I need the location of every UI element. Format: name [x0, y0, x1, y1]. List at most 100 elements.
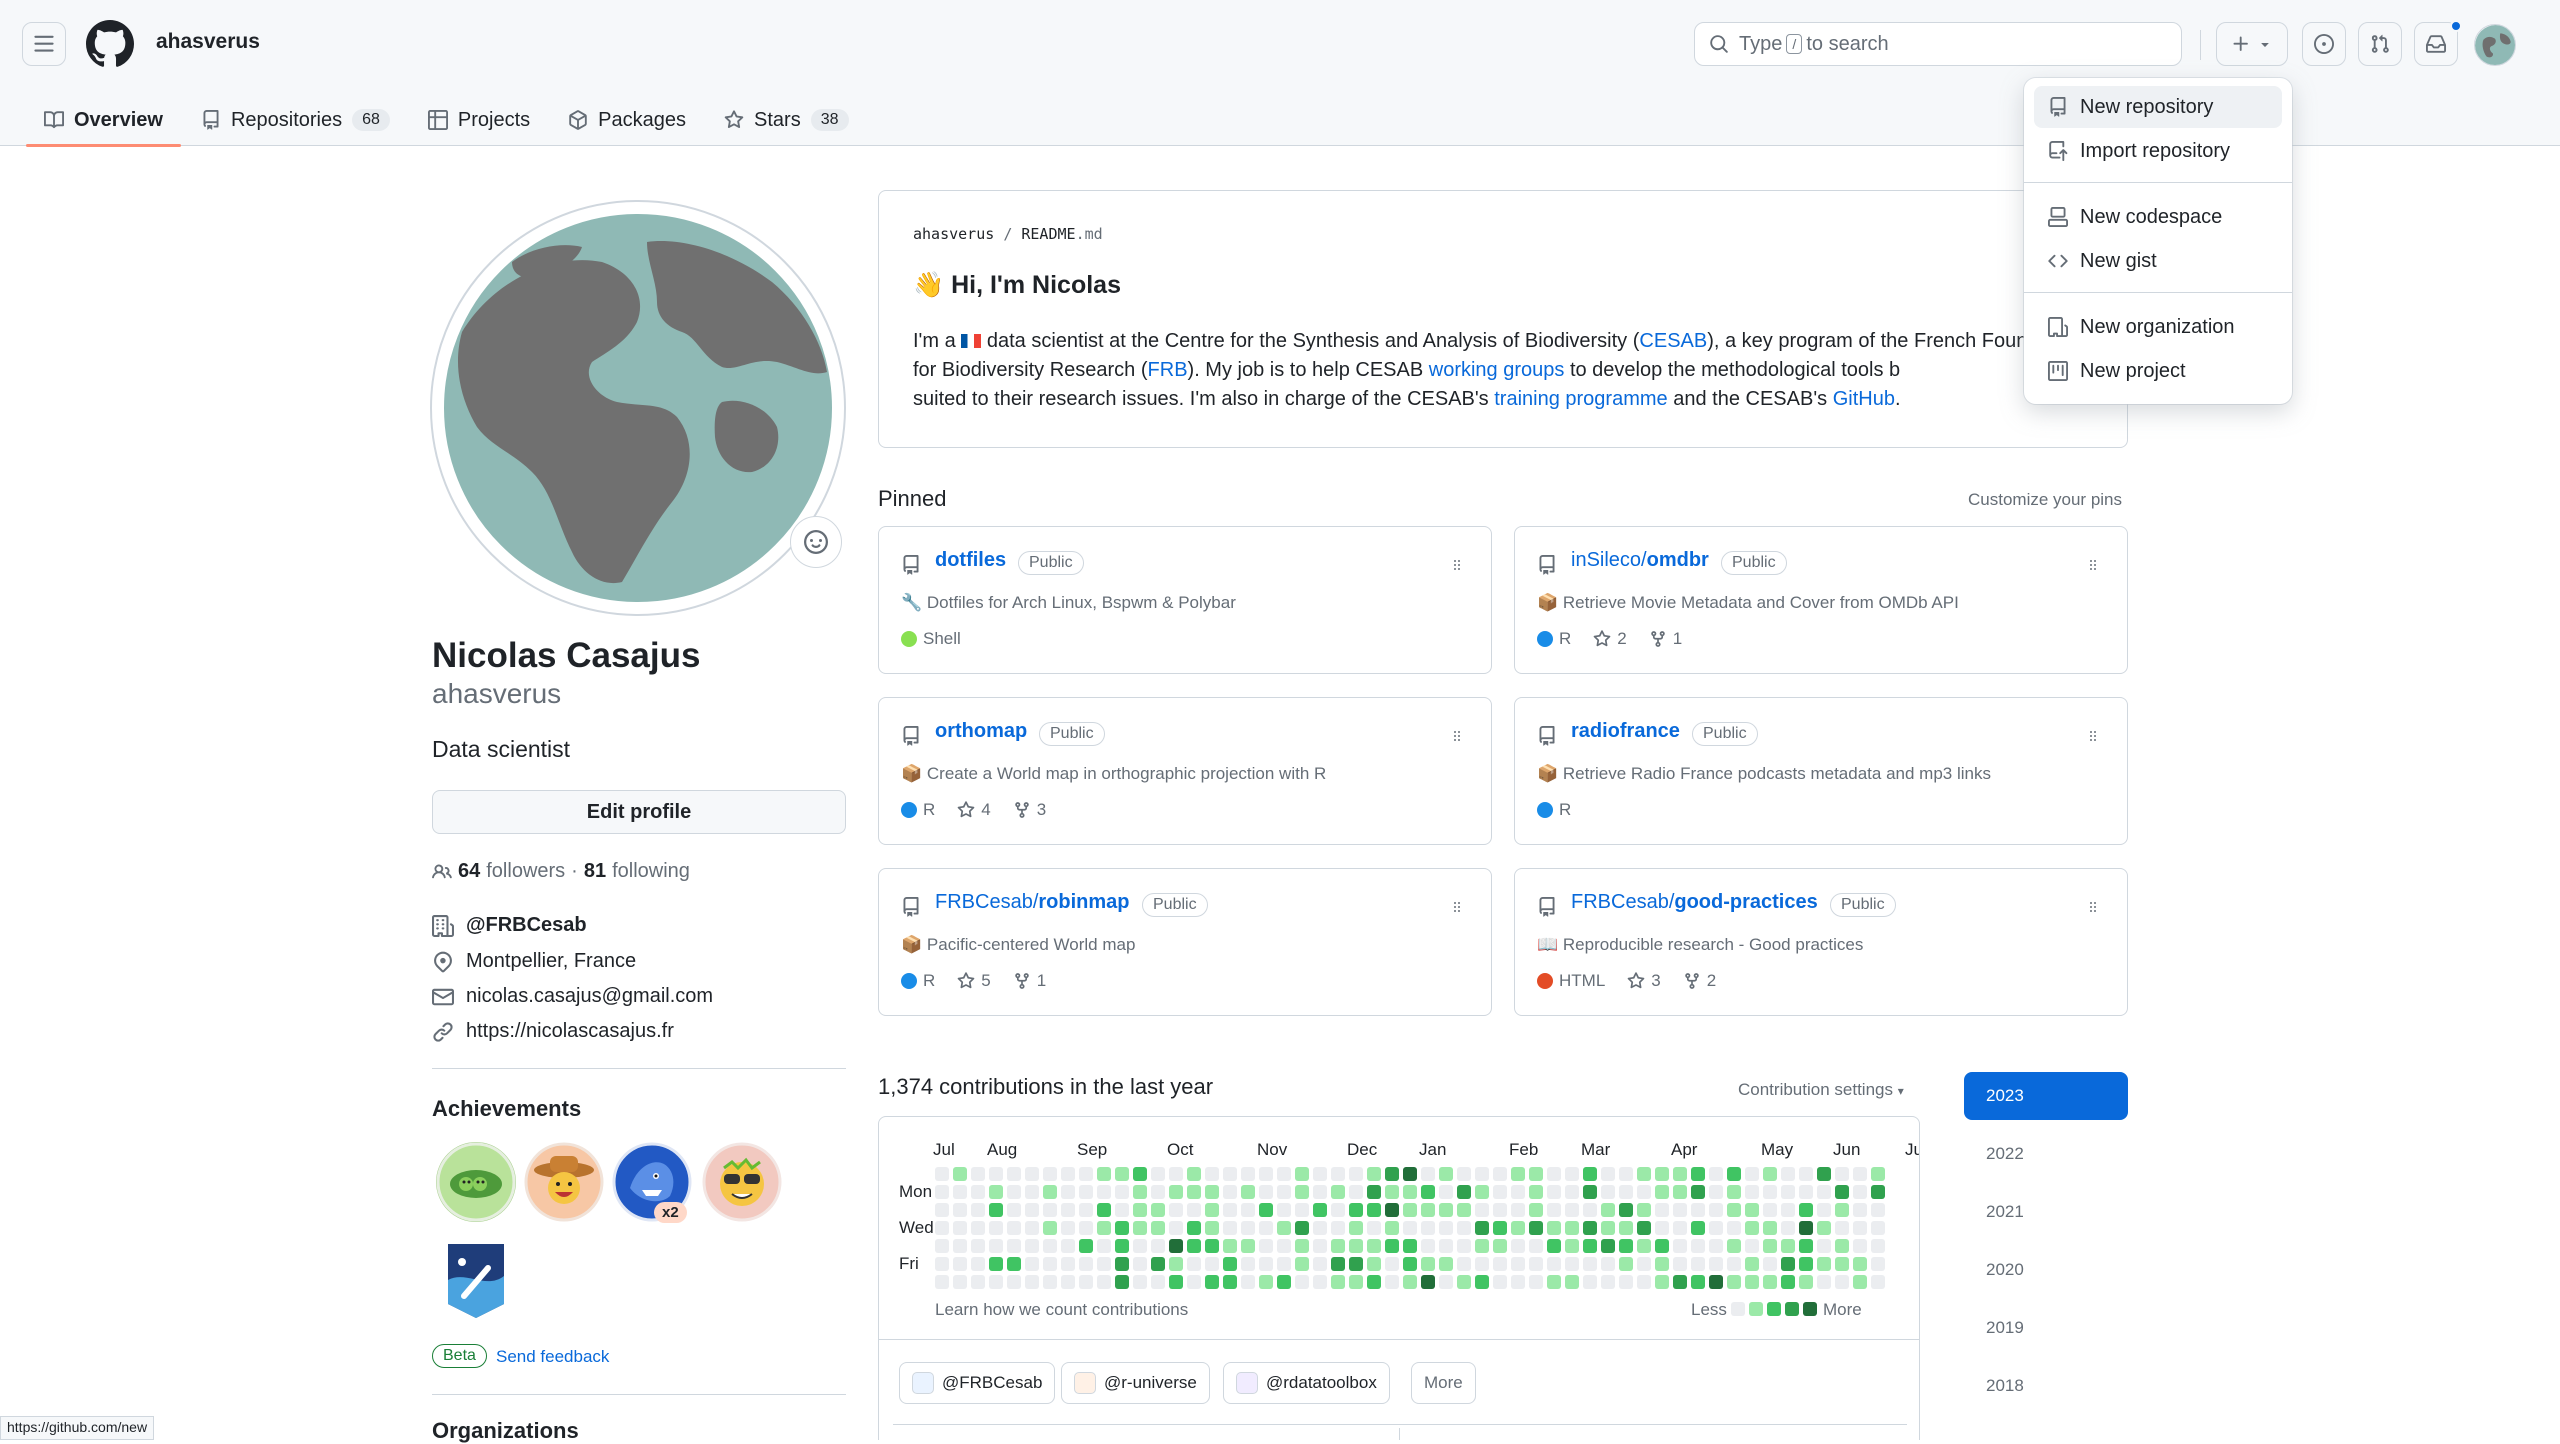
contribution-day-cell[interactable]: [1511, 1275, 1525, 1289]
grabber-icon[interactable]: [1449, 728, 1465, 744]
contribution-day-cell[interactable]: [1007, 1185, 1021, 1199]
achievement-yolo[interactable]: [702, 1142, 782, 1222]
drag-handle[interactable]: [1449, 557, 1465, 573]
contribution-day-cell[interactable]: [1223, 1257, 1237, 1271]
frb-link[interactable]: FRB: [1148, 359, 1188, 381]
contribution-day-cell[interactable]: [1241, 1239, 1255, 1253]
contribution-day-cell[interactable]: [1763, 1203, 1777, 1217]
contribution-day-cell[interactable]: [971, 1203, 985, 1217]
contribution-day-cell[interactable]: [1349, 1239, 1363, 1253]
contribution-day-cell[interactable]: [935, 1167, 949, 1181]
contribution-day-cell[interactable]: [1349, 1167, 1363, 1181]
contribution-day-cell[interactable]: [1097, 1239, 1111, 1253]
contribution-day-cell[interactable]: [1151, 1203, 1165, 1217]
contribution-day-cell[interactable]: [1817, 1167, 1831, 1181]
contribution-day-cell[interactable]: [1637, 1167, 1651, 1181]
contribution-day-cell[interactable]: [1277, 1203, 1291, 1217]
contribution-day-cell[interactable]: [1835, 1167, 1849, 1181]
contribution-day-cell[interactable]: [1817, 1221, 1831, 1235]
website-link[interactable]: https://nicolascasajus.fr: [466, 1020, 674, 1043]
contribution-day-cell[interactable]: [1133, 1221, 1147, 1235]
contribution-day-cell[interactable]: [1763, 1167, 1777, 1181]
contribution-day-cell[interactable]: [1601, 1167, 1615, 1181]
year-link-2023[interactable]: 2023: [1964, 1072, 2128, 1120]
org-filter-button[interactable]: @rdatatoolbox: [1223, 1362, 1390, 1404]
contribution-day-cell[interactable]: [1259, 1275, 1273, 1289]
stars-link[interactable]: 2: [1593, 629, 1627, 649]
contribution-day-cell[interactable]: [1691, 1221, 1705, 1235]
drag-handle[interactable]: [2085, 557, 2101, 573]
training-programme-link[interactable]: training programme: [1494, 388, 1667, 410]
contribution-day-cell[interactable]: [1727, 1221, 1741, 1235]
contribution-day-cell[interactable]: [1295, 1185, 1309, 1199]
contribution-day-cell[interactable]: [1115, 1221, 1129, 1235]
tab-overview[interactable]: Overview: [26, 94, 181, 147]
contribution-day-cell[interactable]: [1151, 1221, 1165, 1235]
contribution-day-cell[interactable]: [989, 1221, 1003, 1235]
contribution-day-cell[interactable]: [1295, 1275, 1309, 1289]
contribution-day-cell[interactable]: [1403, 1221, 1417, 1235]
repo-link[interactable]: radiofrance: [1571, 720, 1680, 743]
contribution-day-cell[interactable]: [1331, 1167, 1345, 1181]
contribution-day-cell[interactable]: [1241, 1167, 1255, 1181]
contribution-day-cell[interactable]: [953, 1185, 967, 1199]
contribution-day-cell[interactable]: [1565, 1167, 1579, 1181]
contribution-day-cell[interactable]: [1097, 1167, 1111, 1181]
contribution-day-cell[interactable]: [1439, 1221, 1453, 1235]
contribution-day-cell[interactable]: [1151, 1185, 1165, 1199]
more-orgs-button[interactable]: More: [1411, 1362, 1476, 1404]
contribution-day-cell[interactable]: [1043, 1167, 1057, 1181]
contribution-day-cell[interactable]: [1673, 1167, 1687, 1181]
contribution-day-cell[interactable]: [1151, 1275, 1165, 1289]
contribution-day-cell[interactable]: [1745, 1167, 1759, 1181]
contribution-day-cell[interactable]: [1853, 1275, 1867, 1289]
contribution-day-cell[interactable]: [1007, 1203, 1021, 1217]
org-filter-button[interactable]: @r-universe: [1061, 1362, 1210, 1404]
forks-link[interactable]: 3: [1013, 800, 1046, 820]
contribution-day-cell[interactable]: [1205, 1185, 1219, 1199]
contribution-day-cell[interactable]: [1007, 1239, 1021, 1253]
contribution-day-cell[interactable]: [1475, 1167, 1489, 1181]
contribution-day-cell[interactable]: [1493, 1185, 1507, 1199]
contribution-day-cell[interactable]: [1133, 1257, 1147, 1271]
followers-count[interactable]: 64: [458, 860, 480, 883]
contribution-day-cell[interactable]: [1295, 1203, 1309, 1217]
contribution-day-cell[interactable]: [953, 1167, 967, 1181]
contribution-day-cell[interactable]: [1223, 1221, 1237, 1235]
contribution-day-cell[interactable]: [1871, 1167, 1885, 1181]
contribution-day-cell[interactable]: [1169, 1203, 1183, 1217]
contribution-day-cell[interactable]: [1763, 1221, 1777, 1235]
contribution-day-cell[interactable]: [1835, 1239, 1849, 1253]
drag-handle[interactable]: [1449, 899, 1465, 915]
set-status-button[interactable]: [790, 516, 842, 568]
contribution-day-cell[interactable]: [1079, 1185, 1093, 1199]
contribution-day-cell[interactable]: [1079, 1221, 1093, 1235]
contribution-day-cell[interactable]: [1277, 1185, 1291, 1199]
contribution-day-cell[interactable]: [1259, 1221, 1273, 1235]
contribution-day-cell[interactable]: [1313, 1257, 1327, 1271]
contribution-day-cell[interactable]: [1403, 1203, 1417, 1217]
contribution-day-cell[interactable]: [1421, 1185, 1435, 1199]
year-link-2020[interactable]: 2020: [1964, 1246, 2128, 1294]
contribution-day-cell[interactable]: [1277, 1275, 1291, 1289]
org-filter-button[interactable]: @FRBCesab: [899, 1362, 1056, 1404]
contribution-day-cell[interactable]: [1565, 1221, 1579, 1235]
contribution-day-cell[interactable]: [1457, 1185, 1471, 1199]
year-link-2021[interactable]: 2021: [1964, 1188, 2128, 1236]
contribution-day-cell[interactable]: [1241, 1203, 1255, 1217]
contribution-day-cell[interactable]: [1007, 1257, 1021, 1271]
header-username[interactable]: ahasverus: [156, 30, 260, 54]
grabber-icon[interactable]: [2085, 899, 2101, 915]
contribution-day-cell[interactable]: [1817, 1239, 1831, 1253]
contribution-day-cell[interactable]: [1835, 1221, 1849, 1235]
contribution-day-cell[interactable]: [1259, 1167, 1273, 1181]
contribution-day-cell[interactable]: [1457, 1257, 1471, 1271]
contribution-day-cell[interactable]: [1115, 1275, 1129, 1289]
contribution-day-cell[interactable]: [1385, 1275, 1399, 1289]
menu-item-new-project[interactable]: New project: [2034, 350, 2282, 392]
contribution-day-cell[interactable]: [1043, 1257, 1057, 1271]
contribution-day-cell[interactable]: [1493, 1203, 1507, 1217]
contribution-day-cell[interactable]: [1691, 1167, 1705, 1181]
tab-packages[interactable]: Packages: [554, 94, 700, 146]
email-link[interactable]: nicolas.casajus@gmail.com: [466, 985, 713, 1008]
